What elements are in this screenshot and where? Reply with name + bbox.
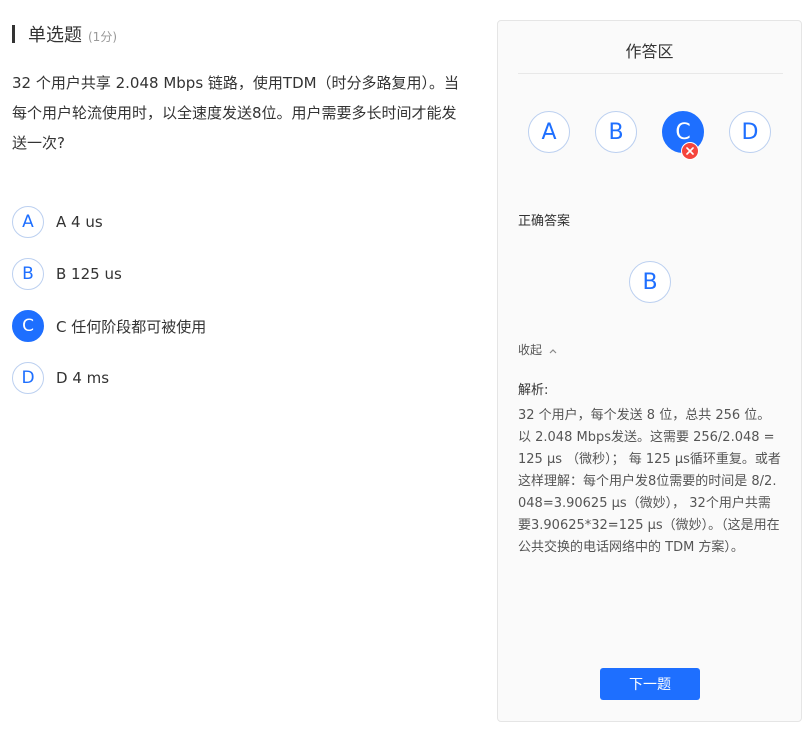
answer-choice-c-label: C (675, 119, 691, 145)
question-header: 单选题 (1分) (12, 22, 117, 46)
option-b-text: B 125 us (56, 265, 122, 283)
option-b-circle[interactable]: B (12, 258, 44, 290)
option-d[interactable]: D D 4 ms (12, 361, 206, 395)
option-a-text: A 4 us (56, 213, 103, 231)
option-c-text: C 任何阶段都可被使用 (56, 317, 207, 336)
option-a[interactable]: A A 4 us (12, 205, 206, 239)
option-c-circle[interactable]: C (12, 310, 44, 342)
chevron-up-icon (549, 343, 557, 357)
answer-choice-b-label: B (608, 119, 624, 145)
answer-choice-c[interactable]: C (662, 111, 704, 160)
answer-choice-a-label: A (541, 119, 557, 145)
answer-choice-a[interactable]: A (528, 111, 570, 153)
analysis-label: 解析: (518, 383, 549, 398)
analysis-text: 32 个用户，每个发送 8 位，总共 256 位。以 2.048 Mbps发送。… (518, 408, 781, 555)
panel-divider (518, 73, 783, 74)
collapse-label: 收起 (518, 343, 543, 357)
next-question-button[interactable]: 下一题 (600, 668, 700, 700)
question-score: (1分) (88, 29, 117, 44)
question-text: 32 个用户共享 2.048 Mbps 链路，使用TDM（时分多路复用）。当每个… (12, 74, 460, 152)
answer-choice-d-label: D (741, 119, 759, 145)
answer-panel: 作答区 A B C D 正确答案 B 收起 解析: 32 个用户，每个发送 8 … (497, 20, 802, 722)
correct-answer-label: 正确答案 (518, 214, 571, 229)
answer-choice-row: A B C D (528, 111, 796, 160)
option-c[interactable]: C C 任何阶段都可被使用 (12, 309, 206, 343)
collapse-toggle[interactable]: 收起 (518, 341, 557, 358)
option-a-circle[interactable]: A (12, 206, 44, 238)
answer-panel-title: 作答区 (625, 42, 674, 61)
correct-answer-value: B (642, 269, 658, 295)
option-d-circle[interactable]: D (12, 362, 44, 394)
correct-answer-circle: B (629, 261, 671, 303)
option-b[interactable]: B B 125 us (12, 257, 206, 291)
wrong-icon (681, 142, 699, 160)
option-list: A A 4 us B B 125 us C C 任何阶段都可被使用 D D 4 … (12, 205, 206, 413)
question-type: 单选题 (28, 25, 82, 46)
title-bar-accent (12, 25, 15, 43)
question-area: 单选题 (1分) 32 个用户共享 2.048 Mbps 链路，使用TDM（时分… (0, 0, 480, 729)
answer-choice-d[interactable]: D (729, 111, 771, 153)
answer-choice-b[interactable]: B (595, 111, 637, 153)
option-d-text: D 4 ms (56, 369, 110, 387)
